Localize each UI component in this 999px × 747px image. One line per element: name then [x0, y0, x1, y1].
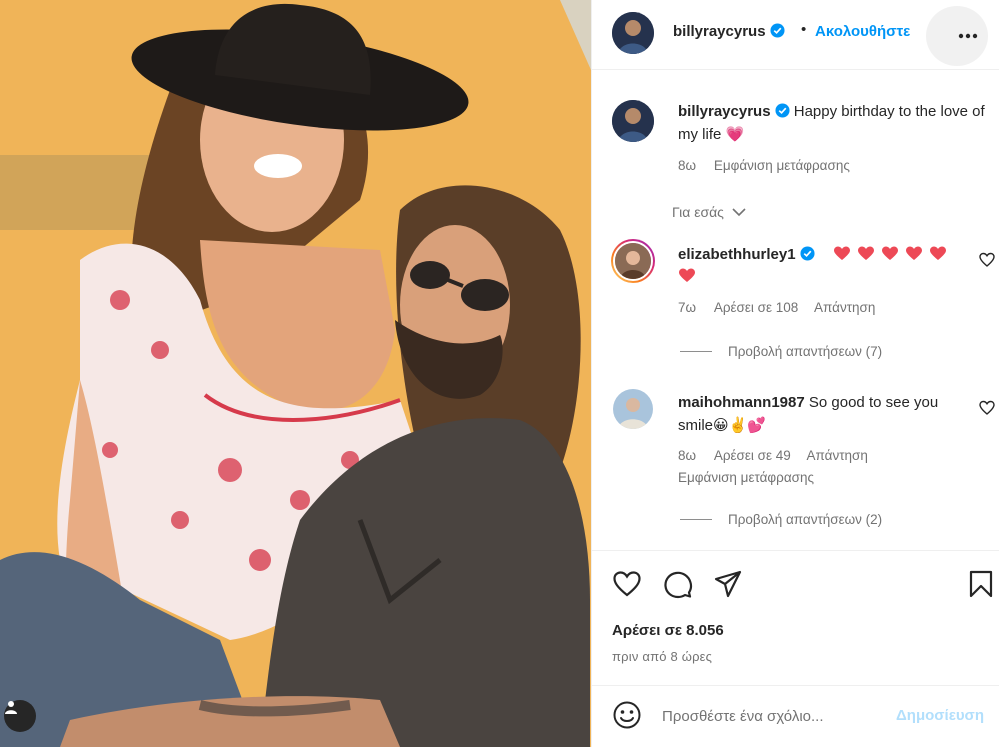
heart-emoji	[882, 246, 898, 260]
bookmark-icon[interactable]	[966, 569, 996, 599]
view-replies-label[interactable]: Προβολή απαντήσεων (7)	[728, 344, 882, 359]
comment-body: elizabethhurley1	[678, 243, 968, 266]
comment-input[interactable]	[662, 704, 882, 728]
comment-avatar-photo	[613, 241, 653, 281]
comment-icon[interactable]	[663, 569, 693, 599]
heart-emoji	[834, 246, 850, 260]
post-comment-button[interactable]: Δημοσίευση	[896, 707, 984, 724]
heart-emoji	[930, 246, 946, 260]
view-replies-label[interactable]: Προβολή απαντήσεων (2)	[728, 512, 882, 527]
author-avatar[interactable]	[612, 12, 654, 54]
comment-meta: 7ω Αρέσει σε 108 Απάντηση	[678, 300, 875, 315]
emoji-icon[interactable]	[612, 700, 642, 730]
comment-avatar-image	[613, 389, 653, 429]
post-timestamp[interactable]: πριν από 8 ώρες	[612, 649, 712, 664]
post-photo[interactable]	[0, 0, 591, 747]
comment-username[interactable]: elizabethhurley1	[678, 246, 796, 263]
author-avatar-image	[612, 12, 654, 54]
comment-avatar[interactable]	[613, 389, 653, 429]
comment-likes[interactable]: Αρέσει σε 49	[714, 448, 791, 463]
comment-body: maihohmann1987 So good to see you smile😀…	[678, 391, 968, 437]
comment-age: 7ω	[678, 300, 697, 315]
verified-badge-icon	[800, 246, 815, 261]
heart-emoji	[858, 246, 874, 260]
replies-divider	[680, 519, 712, 520]
post-header: billyraycyrus • Ακολουθήστε	[592, 0, 999, 70]
post-caption: billyraycyrus Happy birthday to the love…	[678, 100, 988, 146]
for-you-label[interactable]: Για εσάς	[672, 204, 724, 220]
follow-button[interactable]: Ακολουθήστε	[815, 23, 910, 40]
reply-button[interactable]: Απάντηση	[807, 448, 868, 463]
heart-emoji	[906, 246, 922, 260]
more-options-icon	[958, 33, 978, 39]
caption-username[interactable]: billyraycyrus	[678, 103, 771, 120]
chevron-down-icon	[732, 208, 746, 217]
caption-author-avatar[interactable]	[612, 100, 654, 142]
comment-likes[interactable]: Αρέσει σε 108	[714, 300, 798, 315]
caption-meta: 8ω Εμφάνιση μετάφρασης	[678, 158, 850, 173]
caption-author-avatar-image	[612, 100, 654, 142]
post-sidebar: billyraycyrus • Ακολουθήστε billyraycyru…	[591, 0, 999, 747]
add-comment-bar: Δημοσίευση	[592, 685, 999, 747]
post-image	[0, 0, 591, 747]
likes-count[interactable]: Αρέσει σε 8.056	[612, 622, 724, 639]
heart-outline-icon[interactable]	[612, 569, 642, 599]
post-actions: Αρέσει σε 8.056 πριν από 8 ώρες	[592, 550, 999, 680]
view-replies-button[interactable]: Προβολή απαντήσεων (7)	[680, 344, 882, 359]
more-options-button[interactable]	[926, 6, 988, 66]
comment-avatar-image	[615, 243, 651, 279]
user-tag-button[interactable]	[4, 700, 36, 732]
heart-outline-icon[interactable]	[979, 400, 995, 416]
caption-heart-emoji: 💗	[725, 126, 745, 143]
view-replies-button[interactable]: Προβολή απαντήσεων (2)	[680, 512, 882, 527]
separator-dot: •	[801, 21, 807, 38]
caption-age: 8ω	[678, 158, 697, 173]
reply-button[interactable]: Απάντηση	[814, 300, 875, 315]
share-icon[interactable]	[713, 569, 743, 599]
replies-divider	[680, 351, 712, 352]
comment-age: 8ω	[678, 448, 697, 463]
comment-username[interactable]: maihohmann1987	[678, 394, 805, 411]
see-translation-link[interactable]: Εμφάνιση μετάφρασης	[714, 158, 850, 173]
see-translation-link[interactable]: Εμφάνιση μετάφρασης	[678, 470, 814, 485]
verified-badge-icon	[770, 23, 785, 38]
comment-avatar[interactable]	[611, 239, 655, 283]
heart-emoji	[679, 268, 695, 282]
author-username-text[interactable]: billyraycyrus	[673, 23, 766, 40]
for-you-filter[interactable]: Για εσάς	[672, 204, 746, 220]
user-tag-icon	[5, 701, 17, 714]
comment-meta: 8ω Αρέσει σε 49 Απάντηση	[678, 448, 868, 463]
heart-outline-icon[interactable]	[979, 252, 995, 268]
author-username[interactable]: billyraycyrus	[673, 23, 785, 40]
verified-badge-icon	[775, 103, 790, 118]
